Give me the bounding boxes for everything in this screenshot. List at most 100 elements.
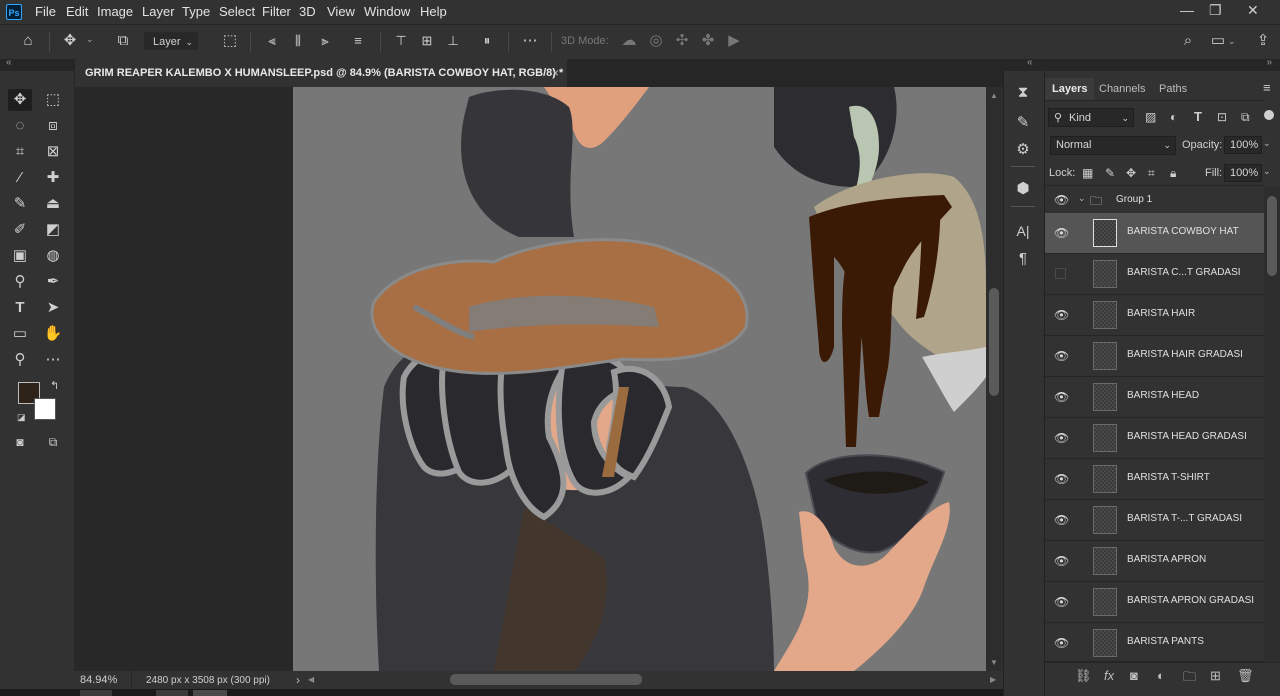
3d-scale-icon[interactable]: ▶	[724, 32, 744, 50]
more-tools-icon[interactable]: ⋯	[41, 349, 65, 371]
layers-scroll-thumb[interactable]	[1267, 196, 1277, 276]
filter-toggle-icon[interactable]	[1264, 110, 1274, 120]
search-icon[interactable]: ⌕	[1178, 32, 1198, 50]
marquee-tool-icon[interactable]: ⬚	[41, 89, 65, 111]
path-selection-tool-icon[interactable]: ➤	[41, 297, 65, 319]
auto-select-target-dropdown[interactable]: Layer ⌄	[144, 32, 198, 50]
layer-row[interactable]: 👁︎ BARISTA T-...T GRADASI	[1045, 500, 1264, 541]
3d-orbit-icon[interactable]: ☁	[619, 32, 639, 50]
blend-mode-dropdown[interactable]: Normal ⌄	[1050, 136, 1176, 155]
canvas-horizontal-scroll-thumb[interactable]	[450, 674, 642, 685]
fill-input[interactable]: 100%	[1224, 164, 1262, 182]
new-group-icon[interactable]: 🗀︎	[1183, 668, 1196, 690]
blur-tool-icon[interactable]: ◍	[41, 245, 65, 267]
visibility-eye-icon[interactable]: 👁︎	[1054, 308, 1069, 322]
expand-icon[interactable]: »	[1266, 57, 1272, 68]
new-layer-icon[interactable]: ⊞	[1210, 668, 1221, 684]
taskbar-item[interactable]	[156, 690, 188, 696]
visibility-eye-icon[interactable]: 👁︎	[1054, 472, 1069, 486]
chevron-down-icon[interactable]: ⌄	[1228, 36, 1236, 47]
quick-mask-icon[interactable]: ◙	[8, 431, 32, 453]
align-top-icon[interactable]: ⊤	[391, 32, 411, 50]
taskbar-item[interactable]	[193, 690, 227, 696]
rectangle-tool-icon[interactable]: ▭	[8, 323, 32, 345]
zoom-tool-icon[interactable]: ⚲	[8, 349, 32, 371]
close-window-button[interactable]: ✕	[1247, 2, 1259, 19]
filter-type-icon[interactable]: T	[1194, 109, 1202, 124]
paragraph-panel-icon[interactable]: ¶	[1011, 248, 1035, 270]
history-brush-tool-icon[interactable]: ✐	[8, 219, 32, 241]
layer-row[interactable]: 👁︎ BARISTA HAIR	[1045, 295, 1264, 336]
layer-row[interactable]: 👁︎ BARISTA HEAD GRADASI	[1045, 418, 1264, 459]
menu-file[interactable]: File	[35, 4, 56, 19]
chevron-down-icon[interactable]: ⌄	[86, 34, 94, 45]
filter-adjustment-icon[interactable]: ◐	[1170, 110, 1177, 124]
menu-image[interactable]: Image	[97, 4, 133, 19]
align-center-icon[interactable]: ⫼	[288, 32, 308, 50]
close-tab-icon[interactable]: ×	[552, 66, 559, 80]
dodge-tool-icon[interactable]: ⚲	[8, 271, 32, 293]
adjustment-layer-icon[interactable]: ◐	[1157, 668, 1165, 683]
layer-group-row[interactable]: 👁︎ ⌄ 🗀︎ Group 1	[1045, 186, 1264, 214]
align-middle-icon[interactable]: ⊞	[417, 32, 437, 50]
visibility-eye-icon[interactable]: 👁︎	[1054, 431, 1069, 445]
visibility-eye-icon[interactable]: 👁︎	[1054, 513, 1069, 527]
restore-button[interactable]: ❐	[1209, 2, 1222, 19]
layer-row[interactable]: 👁︎ BARISTA APRON GRADASI	[1045, 582, 1264, 623]
tab-layers[interactable]: Layers	[1045, 78, 1095, 100]
chevron-down-icon[interactable]: ⌄	[1078, 193, 1086, 204]
menu-layer[interactable]: Layer	[142, 4, 175, 19]
collapse-icon[interactable]: «	[6, 57, 12, 68]
filter-kind-dropdown[interactable]: ⚲ Kind ⌄	[1048, 108, 1134, 127]
3d-roll-icon[interactable]: ◎	[646, 32, 666, 50]
healing-brush-tool-icon[interactable]: ✚	[41, 167, 65, 189]
scroll-left-icon[interactable]: ◀	[308, 675, 314, 684]
type-tool-icon[interactable]: T	[8, 297, 32, 319]
scroll-up-icon[interactable]: ▲	[990, 91, 998, 100]
layer-row[interactable]: 👁︎ BARISTA APRON	[1045, 541, 1264, 582]
tab-paths[interactable]: Paths	[1152, 78, 1194, 100]
crop-tool-icon[interactable]: ⌗	[8, 141, 32, 163]
tab-channels[interactable]: Channels	[1092, 78, 1152, 100]
lock-transparent-pixels-icon[interactable]: ▦	[1082, 166, 1093, 180]
lock-all-icon[interactable]: 🔒︎	[1170, 166, 1176, 181]
panel-collapse-strip[interactable]: »	[1044, 57, 1280, 71]
visibility-eye-icon[interactable]: 👁︎	[1054, 349, 1069, 363]
object-selection-tool-icon[interactable]: ⧈	[41, 115, 65, 137]
3d-slide-icon[interactable]: ✤	[698, 32, 718, 50]
mid-dock-collapse-strip[interactable]: «	[1003, 57, 1044, 71]
default-colors-icon[interactable]: ◪	[17, 412, 26, 423]
photoshop-logo-icon[interactable]: Ps	[6, 4, 22, 20]
distribute-vertical-icon[interactable]: ⏸	[477, 32, 497, 50]
menu-filter[interactable]: Filter	[262, 4, 291, 19]
adjustments-icon[interactable]: ⚙	[1011, 139, 1035, 161]
scroll-down-icon[interactable]: ▼	[990, 658, 998, 667]
lock-image-pixels-icon[interactable]: ✎	[1105, 166, 1115, 180]
screen-mode-icon[interactable]: ⧉	[41, 431, 65, 453]
layer-row[interactable]: 👁︎ BARISTA HAIR GRADASI	[1045, 336, 1264, 377]
layer-row[interactable]: 👁︎ BARISTA COWBOY HAT	[1045, 213, 1264, 254]
artwork-canvas[interactable]	[74, 87, 986, 671]
lasso-tool-icon[interactable]: ◌	[8, 115, 32, 137]
canvas-area[interactable]	[74, 87, 986, 671]
swap-colors-icon[interactable]: ↰	[50, 379, 59, 392]
filter-shape-icon[interactable]: ⊡	[1217, 110, 1227, 124]
visibility-off-toggle[interactable]	[1055, 268, 1066, 279]
workspace-icon[interactable]: ▭	[1208, 32, 1228, 50]
eraser-tool-icon[interactable]: ◩	[41, 219, 65, 241]
background-color-swatch[interactable]	[34, 398, 56, 420]
share-icon[interactable]: ⇪	[1253, 32, 1273, 50]
taskbar-item[interactable]	[80, 690, 112, 696]
chevron-down-icon[interactable]: ⌄	[1263, 166, 1271, 177]
visibility-eye-icon[interactable]: 👁︎	[1054, 636, 1069, 650]
history-panel-icon[interactable]: ⧗	[1011, 82, 1035, 104]
menu-view[interactable]: View	[327, 4, 355, 19]
character-panel-icon[interactable]: A|	[1011, 220, 1035, 242]
chevron-down-icon[interactable]: ⌄	[1263, 138, 1271, 149]
frame-tool-icon[interactable]: ⊠	[41, 141, 65, 163]
visibility-eye-icon[interactable]: 👁︎	[1054, 554, 1069, 568]
menu-select[interactable]: Select	[219, 4, 255, 19]
link-layers-icon[interactable]: ⛓︎	[1075, 668, 1092, 684]
lock-position-icon[interactable]: ✥	[1126, 166, 1136, 180]
document-tab[interactable]: GRIM REAPER KALEMBO X HUMANSLEEP.psd @ 8…	[75, 59, 567, 87]
